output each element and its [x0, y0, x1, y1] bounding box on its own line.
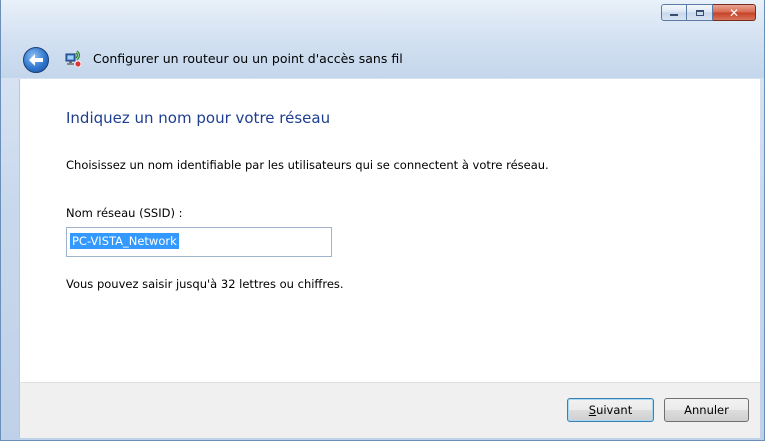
maximize-button[interactable] [687, 4, 713, 21]
page-heading: Indiquez un nom pour votre réseau [66, 109, 331, 127]
cancel-button-label: Annuler [684, 403, 729, 417]
title-bar: ✕ Configurer un routeur ou un point d'ac… [1, 0, 764, 78]
next-button-label: uivant [596, 403, 633, 417]
page-description: Choisissez un nom identifiable par les u… [66, 158, 549, 172]
minimize-icon [670, 14, 678, 16]
ssid-value: PC-VISTA_Network [70, 233, 179, 249]
close-icon: ✕ [728, 5, 740, 20]
wizard-content: Indiquez un nom pour votre réseau Choisi… [19, 79, 760, 382]
network-setup-icon [65, 50, 82, 68]
ssid-hint: Vous pouvez saisir jusqu'à 32 lettres ou… [66, 277, 344, 291]
ssid-input[interactable]: PC-VISTA_Network [66, 227, 332, 257]
caption-buttons: ✕ [661, 4, 756, 21]
wizard-footer: Suivant Annuler [19, 382, 760, 438]
window-title: Configurer un routeur ou un point d'accè… [93, 51, 403, 66]
ssid-label: Nom réseau (SSID) : [66, 206, 183, 220]
next-button[interactable]: Suivant [567, 398, 654, 422]
minimize-button[interactable] [661, 4, 687, 21]
maximize-icon [695, 9, 704, 16]
next-button-access-key: S [588, 403, 597, 417]
wizard-window: ✕ Configurer un routeur ou un point d'ac… [0, 0, 765, 441]
cancel-button[interactable]: Annuler [664, 398, 749, 422]
back-button[interactable] [23, 47, 49, 73]
close-button[interactable]: ✕ [713, 4, 756, 21]
back-arrow-icon [29, 54, 43, 66]
